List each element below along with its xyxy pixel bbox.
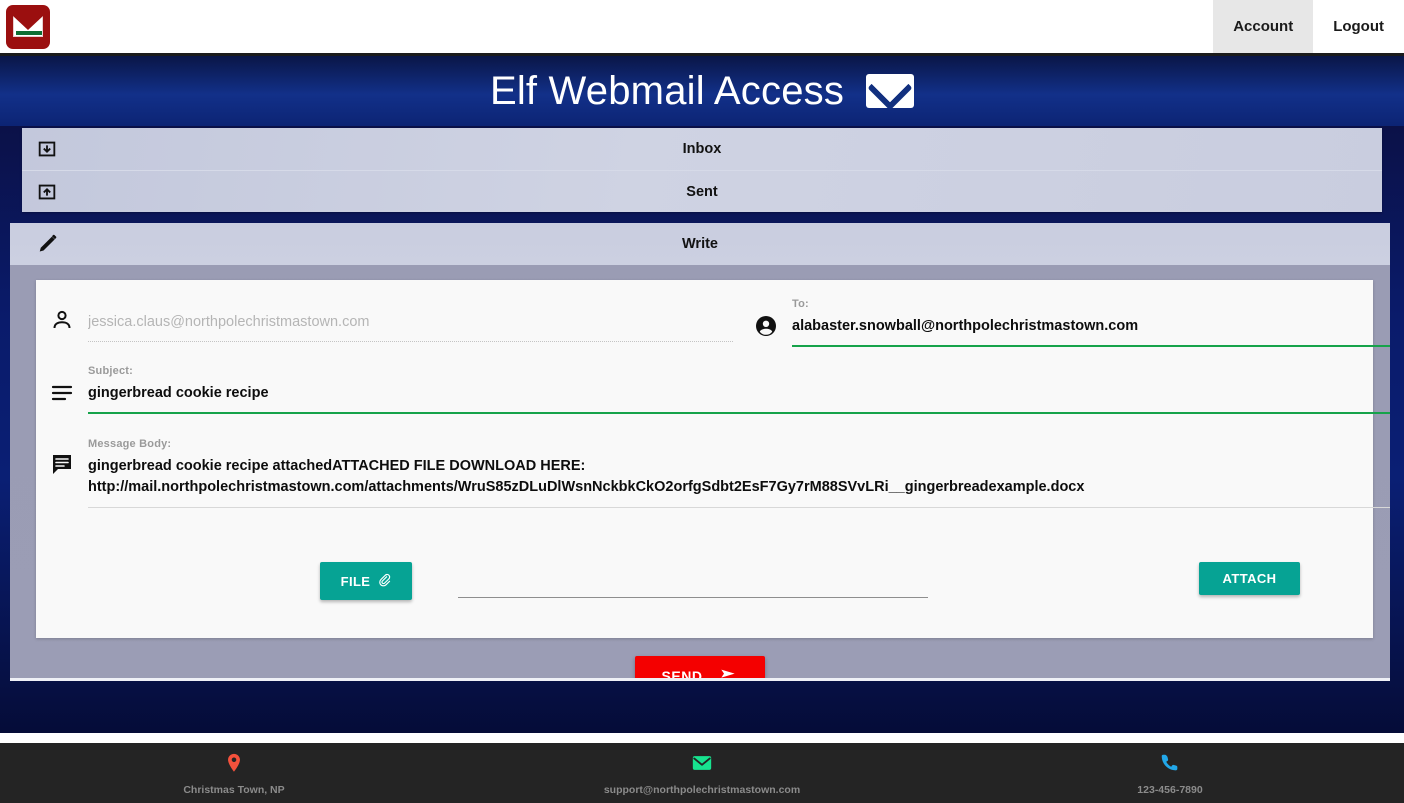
message-body-field-row: Message Body: gingerbread cookie recipe … (53, 438, 1390, 508)
tab-sent-label: Sent (686, 183, 718, 200)
subject-field-underline (88, 412, 1390, 414)
from-email-input[interactable] (88, 312, 733, 332)
nav-item-account[interactable]: Account (1213, 0, 1314, 53)
phone-icon (1159, 752, 1181, 774)
footer-email-label: support@northpolechristmastown.com (603, 784, 801, 796)
send-arrow-icon (718, 667, 738, 679)
to-email-value[interactable]: alabaster.snowball@northpolechristmastow… (792, 316, 1390, 336)
subject-field-row: Subject: gingerbread cookie recipe (51, 365, 1390, 414)
nav-item-account-label: Account (1233, 18, 1294, 35)
person-outline-icon (50, 308, 74, 332)
tab-inbox[interactable]: Inbox (22, 128, 1382, 170)
to-field-underline (792, 345, 1390, 347)
christmas-mail-logo-icon[interactable] (6, 4, 50, 49)
send-button-label: SEND (661, 668, 703, 681)
footer-location-label: Christmas Town, NP (183, 784, 285, 796)
nav-item-logout-label: Logout (1333, 18, 1384, 35)
tab-write[interactable]: Write (10, 223, 1390, 265)
subject-lines-icon (50, 381, 74, 405)
account-circle-icon (754, 314, 778, 338)
to-field-row: To: alabaster.snowball@northpolechristma… (756, 298, 1390, 347)
subject-value[interactable]: gingerbread cookie recipe (88, 383, 1390, 403)
to-field-label: To: (792, 298, 809, 310)
send-button[interactable]: SEND (635, 656, 765, 681)
attach-button-label: ATTACH (1222, 571, 1277, 586)
message-body-line-1[interactable]: gingerbread cookie recipe attachedATTACH… (88, 456, 1390, 477)
message-bubble-icon (50, 452, 74, 476)
footer-phone: 123-456-7890 (936, 743, 1404, 796)
message-body-line-2[interactable]: http://mail.northpolechristmastown.com/a… (88, 477, 1390, 498)
page-header: Elf Webmail Access (0, 56, 1404, 126)
sent-upload-icon (36, 181, 58, 203)
email-icon (691, 752, 713, 774)
file-name-input[interactable] (458, 568, 928, 598)
page-footer: Christmas Town, NP support@northpolechri… (0, 743, 1404, 803)
page-title: Elf Webmail Access (489, 68, 845, 113)
location-pin-icon (223, 752, 245, 774)
paperclip-icon (377, 573, 391, 590)
from-field-underline (88, 341, 733, 342)
message-body-underline (88, 507, 1390, 508)
top-navigation-bar: Account Logout (0, 0, 1404, 56)
compose-panel: To: alabaster.snowball@northpolechristma… (10, 265, 1390, 681)
footer-phone-label: 123-456-7890 (1137, 784, 1203, 796)
logo-envelope-glyph (13, 16, 43, 37)
from-field-row (53, 310, 733, 342)
attach-button[interactable]: ATTACH (1199, 562, 1300, 595)
tab-sent[interactable]: Sent (22, 170, 1382, 212)
nav-item-logout[interactable]: Logout (1313, 0, 1404, 53)
file-button[interactable]: FILE (320, 562, 412, 600)
footer-email: support@northpolechristmastown.com (468, 743, 936, 796)
footer-location: Christmas Town, NP (0, 743, 468, 796)
message-body-label: Message Body: (88, 438, 172, 450)
tab-write-label: Write (682, 236, 718, 252)
pencil-icon (37, 233, 59, 255)
envelope-icon (866, 74, 915, 108)
inbox-download-icon (36, 138, 58, 160)
compose-form-card: To: alabaster.snowball@northpolechristma… (36, 280, 1390, 638)
tab-inbox-label: Inbox (682, 141, 722, 157)
attachment-row: FILE ATTACH (320, 562, 1300, 606)
subject-field-label: Subject: (88, 365, 133, 377)
file-button-label: FILE (340, 573, 371, 589)
folder-tab-group: Inbox Sent (22, 128, 1382, 212)
